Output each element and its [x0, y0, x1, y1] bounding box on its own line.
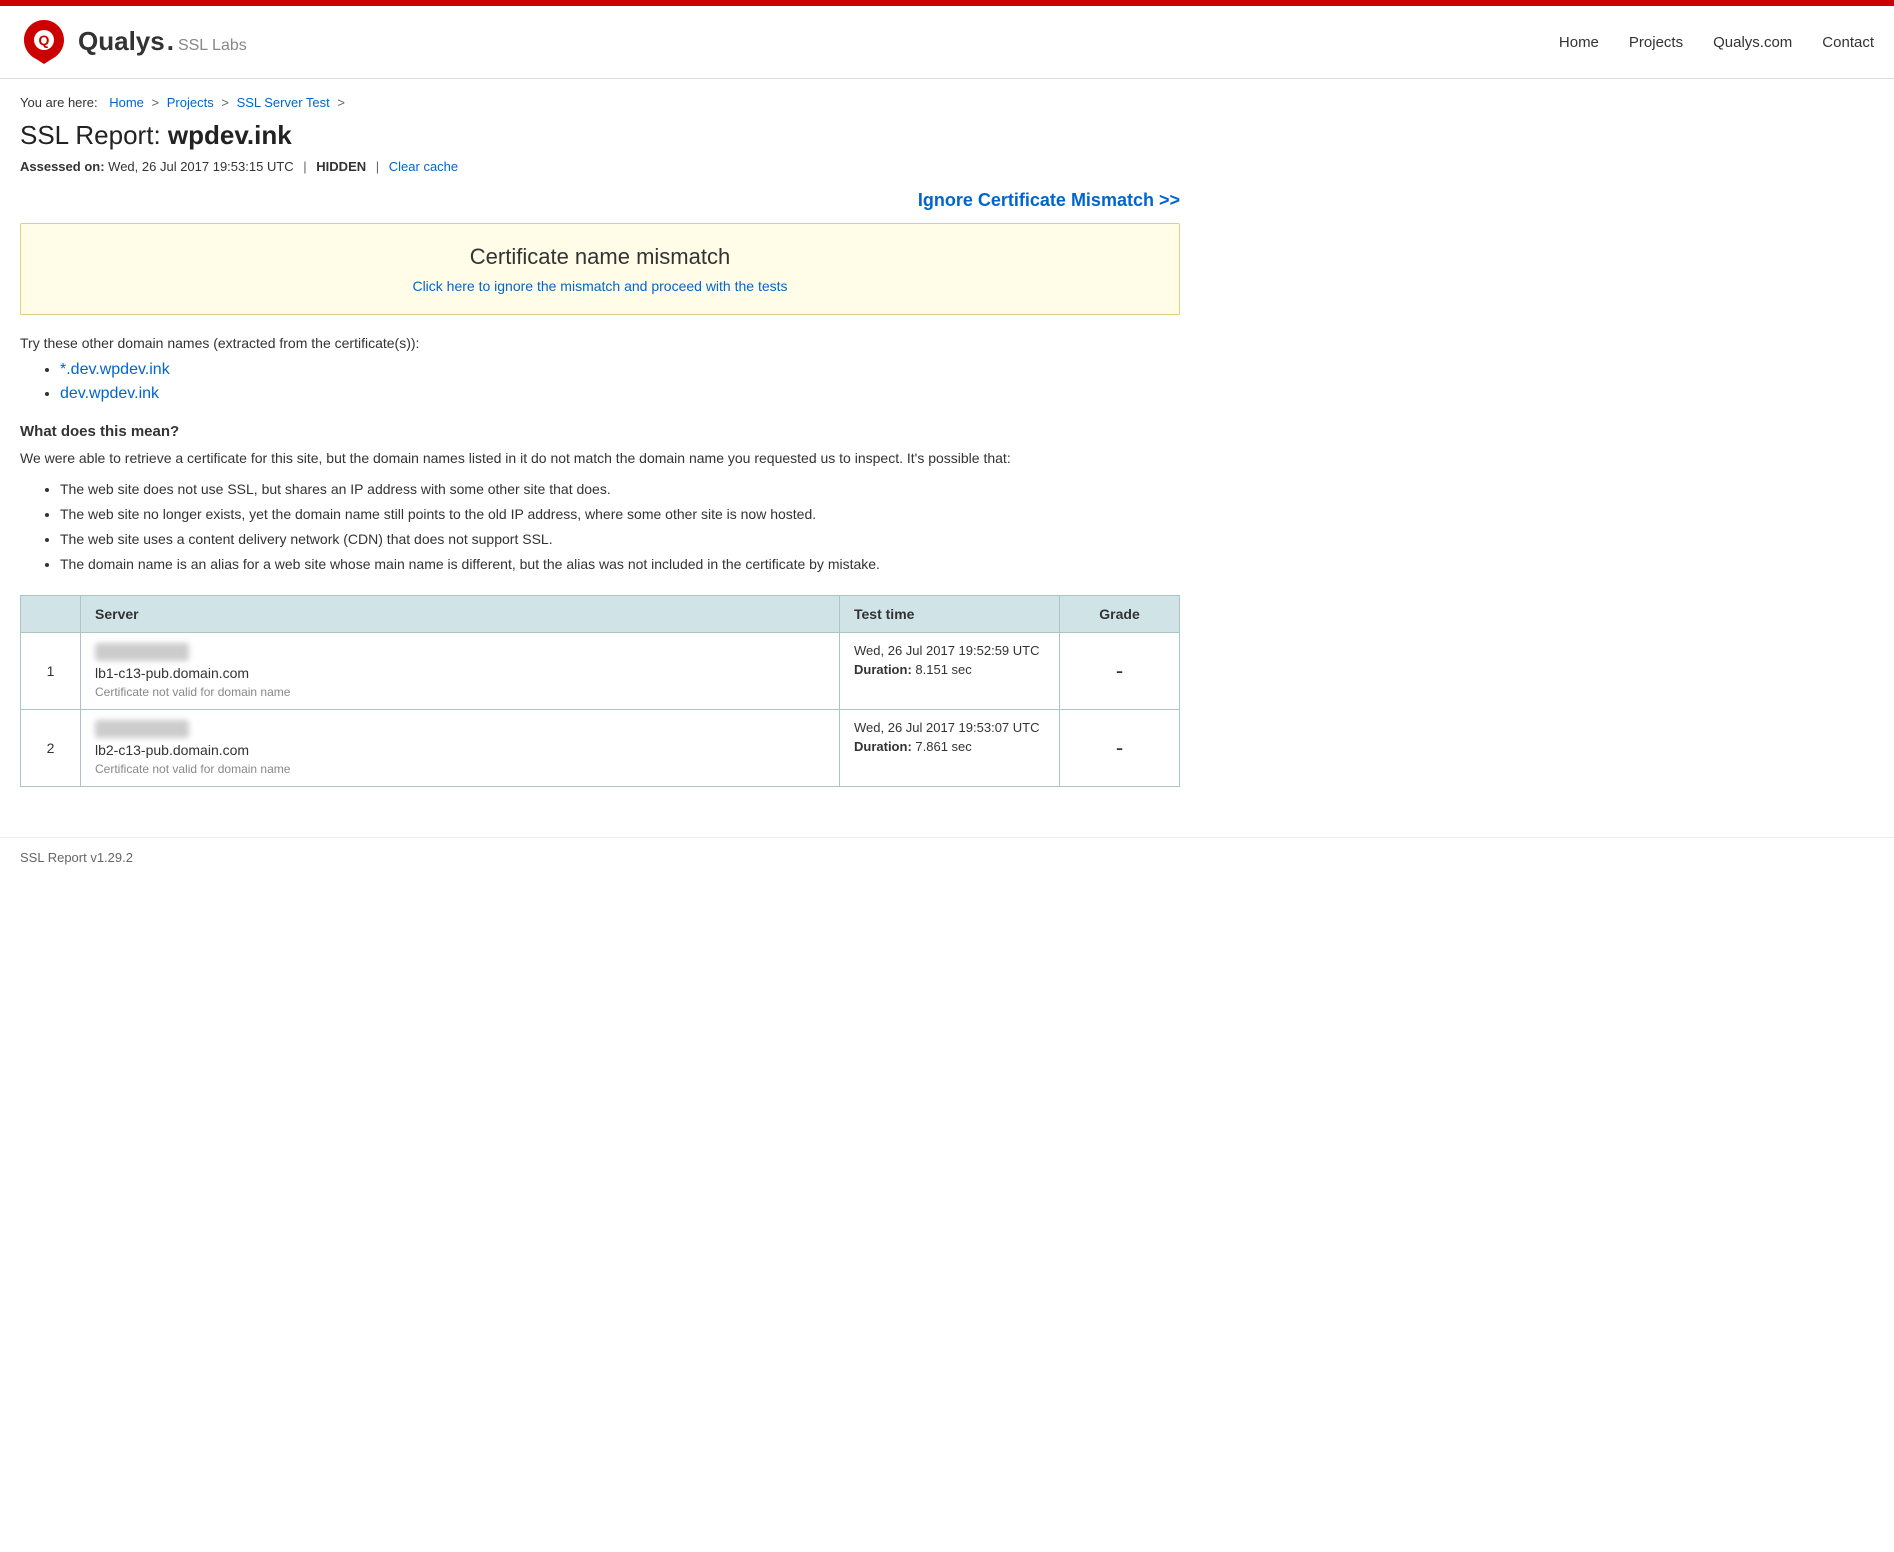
row-num: 1 — [21, 633, 81, 710]
grade-cell: - — [1060, 710, 1180, 787]
assessed-label: Assessed on: — [20, 159, 105, 174]
table-header-row: Server Test time Grade — [21, 596, 1180, 633]
col-header-num — [21, 596, 81, 633]
list-item: The domain name is an alias for a web si… — [60, 554, 1180, 575]
domain-link-dev[interactable]: dev.wpdev.ink — [60, 385, 159, 402]
breadcrumb-ssl-server-test[interactable]: SSL Server Test — [237, 95, 330, 110]
server-table: Server Test time Grade 1 xxx.xxx.xxx.xxx… — [20, 595, 1180, 787]
page-title: SSL Report: wpdev.ink — [20, 120, 1180, 151]
nav-qualyscom[interactable]: Qualys.com — [1713, 34, 1792, 51]
qualys-label: Qualys — [78, 26, 165, 57]
what-list: The web site does not use SSL, but share… — [20, 479, 1180, 575]
ip-address: xxx.xxx.xxx.xxx — [95, 643, 189, 661]
cert-status: Certificate not valid for domain name — [95, 762, 825, 776]
qualys-logo-icon: Q — [20, 18, 68, 66]
list-item: The web site uses a content delivery net… — [60, 529, 1180, 550]
breadcrumb-projects[interactable]: Projects — [167, 95, 214, 110]
svg-text:Q: Q — [39, 32, 50, 48]
logo-text: Qualys. SSL Labs — [78, 26, 247, 57]
domain-section: Try these other domain names (extracted … — [20, 335, 1180, 403]
test-time-cell: Wed, 26 Jul 2017 19:53:07 UTC Duration: … — [840, 710, 1060, 787]
assessed-on: Assessed on: Wed, 26 Jul 2017 19:53:15 U… — [20, 159, 1180, 174]
breadcrumb-home[interactable]: Home — [109, 95, 144, 110]
table-row: 1 xxx.xxx.xxx.xxx lb1-c13-pub.domain.com… — [21, 633, 1180, 710]
nav-contact[interactable]: Contact — [1822, 34, 1874, 51]
warning-ignore-link[interactable]: Click here to ignore the mismatch and pr… — [412, 278, 787, 294]
main-content: You are here: Home > Projects > SSL Serv… — [0, 79, 1200, 837]
cert-status: Certificate not valid for domain name — [95, 685, 825, 699]
header: Q Qualys. SSL Labs Home Projects Qualys.… — [0, 6, 1894, 79]
table-row: 2 xxx.xxx.xxx.xxx lb2-c13-pub.domain.com… — [21, 710, 1180, 787]
server-cell: xxx.xxx.xxx.xxx lb2-c13-pub.domain.com C… — [81, 710, 840, 787]
server-cell: xxx.xxx.xxx.xxx lb1-c13-pub.domain.com C… — [81, 633, 840, 710]
ssllabs-label: SSL Labs — [178, 36, 247, 55]
grade-cell: - — [1060, 633, 1180, 710]
domain-list: *.dev.wpdev.ink dev.wpdev.ink — [20, 361, 1180, 403]
nav-home[interactable]: Home — [1559, 34, 1599, 51]
what-intro: We were able to retrieve a certificate f… — [20, 448, 1180, 469]
test-duration: Duration: 7.861 sec — [854, 739, 1045, 754]
col-header-grade: Grade — [1060, 596, 1180, 633]
list-item: The web site no longer exists, yet the d… — [60, 504, 1180, 525]
page-title-domain: wpdev.ink — [168, 120, 292, 150]
logo-area: Q Qualys. SSL Labs — [20, 18, 247, 66]
ignore-mismatch-link[interactable]: Ignore Certificate Mismatch >> — [918, 190, 1180, 210]
nav-links: Home Projects Qualys.com Contact — [1559, 34, 1874, 51]
test-time-cell: Wed, 26 Jul 2017 19:52:59 UTC Duration: … — [840, 633, 1060, 710]
row-num: 2 — [21, 710, 81, 787]
list-item: The web site does not use SSL, but share… — [60, 479, 1180, 500]
breadcrumb: You are here: Home > Projects > SSL Serv… — [20, 95, 1180, 110]
ignore-link-container: Ignore Certificate Mismatch >> — [20, 190, 1180, 211]
warning-title: Certificate name mismatch — [41, 244, 1159, 270]
domain-link-wildcard[interactable]: *.dev.wpdev.ink — [60, 361, 170, 378]
what-heading: What does this mean? — [20, 423, 1180, 440]
assessed-datetime: Wed, 26 Jul 2017 19:53:15 UTC — [108, 159, 294, 174]
footer: SSL Report v1.29.2 — [0, 837, 1894, 877]
domain-intro: Try these other domain names (extracted … — [20, 335, 1180, 351]
list-item: dev.wpdev.ink — [60, 385, 1180, 403]
server-name: lb1-c13-pub.domain.com — [95, 665, 825, 681]
col-header-testtime: Test time — [840, 596, 1060, 633]
test-time-main: Wed, 26 Jul 2017 19:52:59 UTC — [854, 643, 1045, 658]
warning-box: Certificate name mismatch Click here to … — [20, 223, 1180, 315]
what-section: What does this mean? We were able to ret… — [20, 423, 1180, 575]
list-item: *.dev.wpdev.ink — [60, 361, 1180, 379]
col-header-server: Server — [81, 596, 840, 633]
server-name: lb2-c13-pub.domain.com — [95, 742, 825, 758]
breadcrumb-you-are-here: You are here: — [20, 95, 98, 110]
test-time-main: Wed, 26 Jul 2017 19:53:07 UTC — [854, 720, 1045, 735]
clear-cache-link[interactable]: Clear cache — [389, 159, 458, 174]
ip-address: xxx.xxx.xxx.xxx — [95, 720, 189, 738]
page-title-prefix: SSL Report: — [20, 120, 168, 150]
hidden-label: HIDDEN — [316, 159, 366, 174]
footer-version: SSL Report v1.29.2 — [20, 850, 133, 865]
test-duration: Duration: 8.151 sec — [854, 662, 1045, 677]
nav-projects[interactable]: Projects — [1629, 34, 1683, 51]
